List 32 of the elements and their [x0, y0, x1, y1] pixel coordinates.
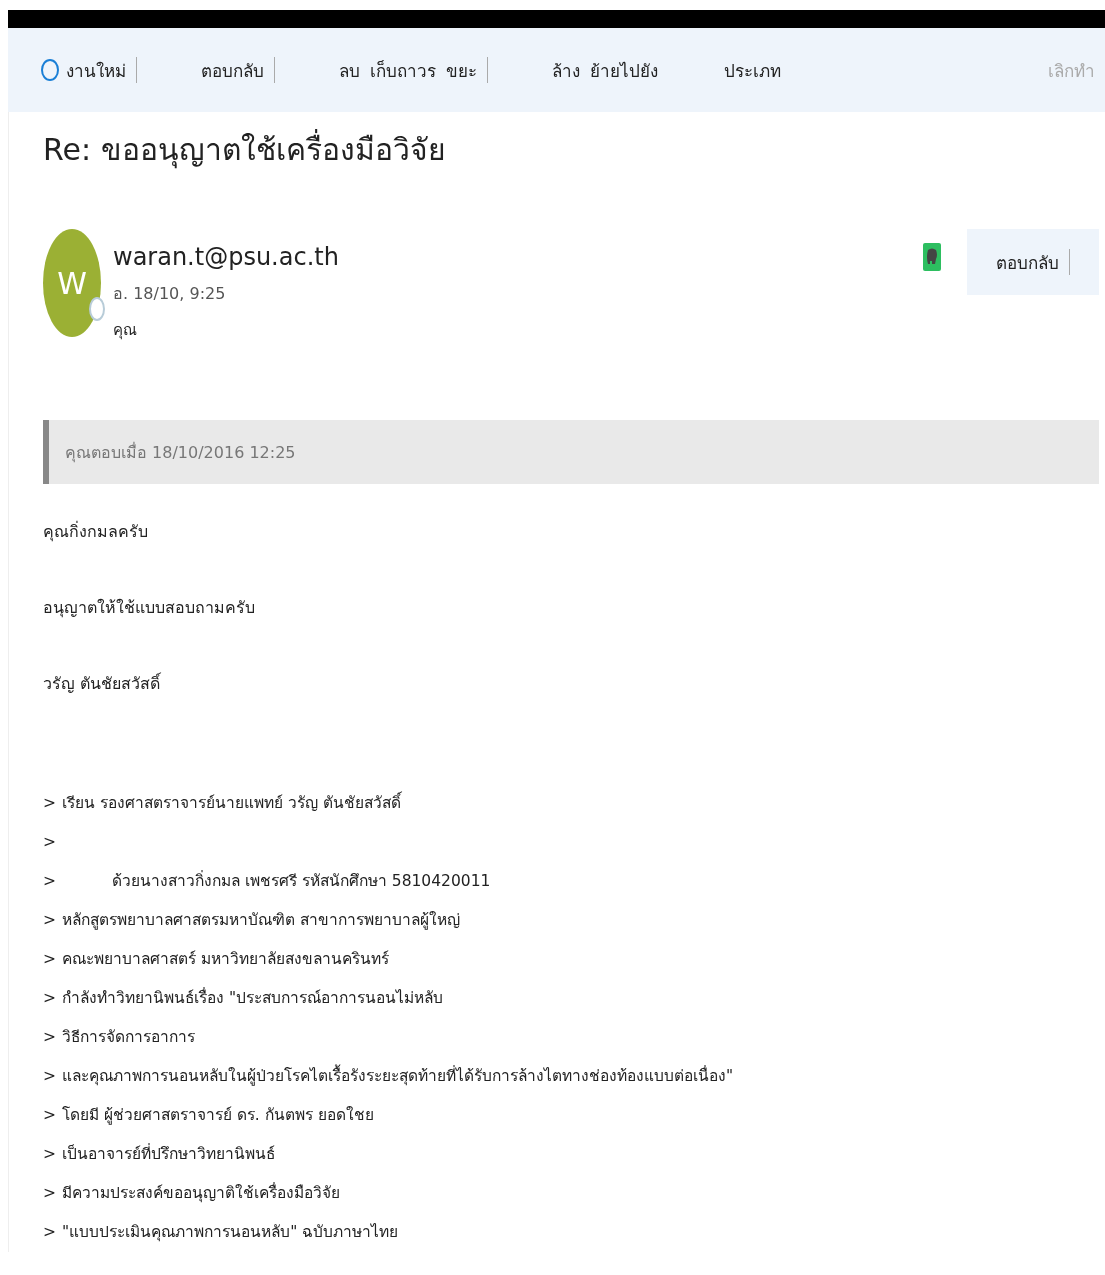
- message-paragraph: วรัญ ตันชัยสวัสดิ์: [43, 672, 162, 695]
- toolbar-button[interactable]: ลบ: [339, 56, 370, 84]
- toolbar-button[interactable]: ล้าง: [552, 56, 590, 84]
- toolbar-button[interactable]: งานใหม่: [40, 56, 136, 84]
- quoted-line: >: [43, 832, 57, 853]
- recipient: คุณ: [113, 320, 138, 342]
- quoted-line: > "แบบประเมินคุณภาพการนอนหลับ" ฉบับภาษาไทย: [43, 1222, 400, 1244]
- toolbar-button[interactable]: ขยะ: [446, 56, 487, 84]
- message-paragraph: อนุญาตให้ใช้แบบสอบถามครับ: [43, 597, 256, 620]
- quoted-line: > เป็นอาจารย์ที่ปรึกษาวิทยานิพนธ์: [43, 1142, 276, 1165]
- quoted-line: > เรียน รองศาสตราจารย์นายแพทย์ วรัญ ตันชัยสวัสดิ์: [43, 784, 1099, 823]
- message-paragraph: คุณกิ่งกมลครับ: [43, 520, 149, 544]
- quoted-line: > โดยมี ผู้ช่วยศาสตราจารย์ ดร. กันตพร ยอดใชย: [43, 1105, 375, 1127]
- email-subject: Re: ขออนุญาตใช้เครื่องมือวิจัย: [43, 126, 1099, 173]
- toolbar-button[interactable]: ตอบกลับ: [201, 56, 274, 84]
- toolbar-button[interactable]: ย้ายไปยัง: [590, 56, 668, 84]
- quoted-line: > หลักสูตรพยาบาลศาสตรมหาบัณฑิต สาขาการพยาบาลผู้ใหญ่: [43, 910, 461, 932]
- toolbar-button[interactable]: เก็บถาวร: [370, 56, 446, 84]
- quoted-line: > กำลังทำวิทยานิพนธ์เรื่อง "ประสบการณ์อาการนอนไม่หลับ: [43, 986, 445, 1009]
- replied-banner: คุณตอบเมื่อ 18/10/2016 12:25: [43, 420, 1099, 484]
- quoted-line: > ด้วยนางสาวกิ่งกมล เพชรศรี รหัสนักศึกษา 5810420011: [43, 869, 492, 892]
- quoted-line: > มีความประสงค์ขออนุญาติใช้เครื่องมือวิจัย: [43, 1181, 341, 1205]
- quoted-line: > และคุณภาพการนอนหลับในผู้ป่วยโรคไตเรื้อรังระยะสุดท้ายที่ได้รับการล้างไตทางช่องท้องแบบต่อเนื่อง": [43, 1057, 1099, 1096]
- quoted-line: > คณะพยาบาลศาสตร์ มหาวิทยาลัยสงขลานครินทร์: [43, 949, 390, 970]
- presence-icon: [89, 297, 105, 321]
- new-item-circle-icon: [40, 58, 60, 82]
- sender-email: waran.t@psu.ac.th: [113, 243, 339, 271]
- elephant-icon[interactable]: [923, 243, 941, 271]
- quoted-line: > วิธีการจัดการอาการ: [43, 1027, 196, 1048]
- sent-date: อ. 18/10, 9:25: [113, 283, 227, 305]
- reply-button[interactable]: ตอบกลับ: [967, 229, 1099, 295]
- toolbar-button[interactable]: ประเภท: [724, 56, 791, 84]
